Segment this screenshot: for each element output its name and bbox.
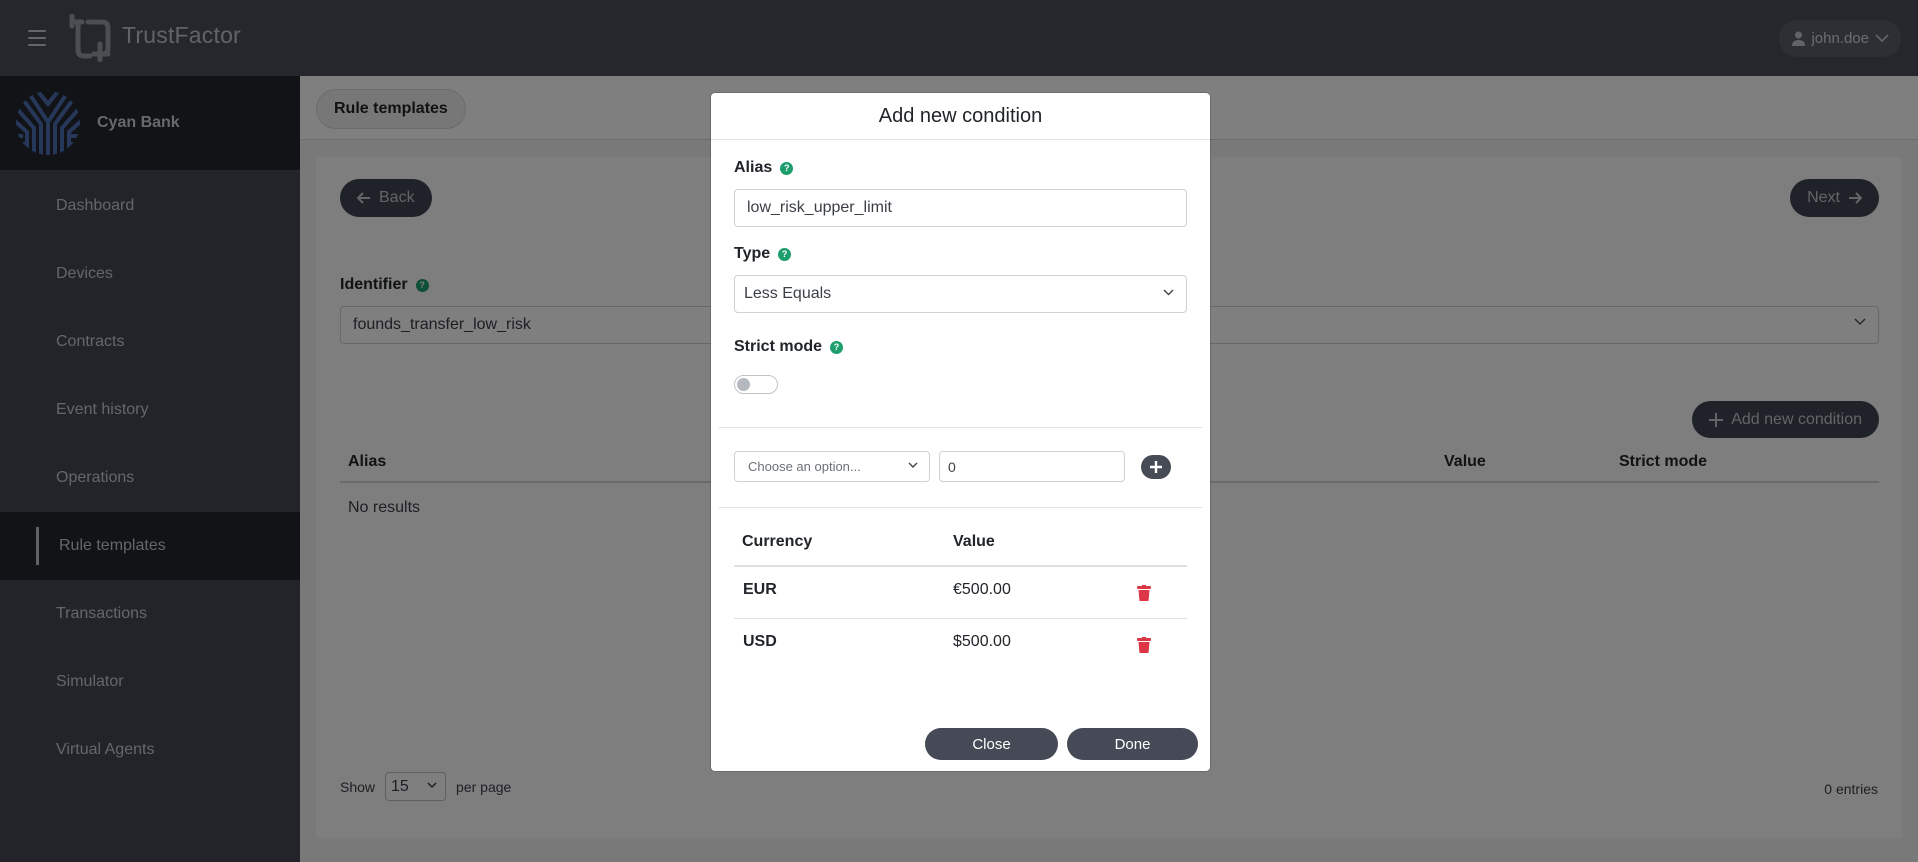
value-cell: $500.00 xyxy=(953,633,1011,650)
alias-label-text: Alias xyxy=(734,159,773,176)
value-cell: €500.00 xyxy=(953,581,1011,598)
currency-table: Currency Value EUR €500.00 USD $500.00 xyxy=(734,533,1187,671)
divider xyxy=(719,427,1202,428)
amount-value: 0 xyxy=(948,458,956,475)
done-button[interactable]: Done xyxy=(1067,728,1198,760)
alias-input[interactable]: low_risk_upper_limit xyxy=(734,189,1187,227)
chevron-down-icon xyxy=(1163,289,1174,296)
add-condition-modal: Add new condition Alias ? low_risk_upper… xyxy=(711,93,1210,771)
strict-mode-label-text: Strict mode xyxy=(734,338,823,355)
divider xyxy=(719,507,1202,508)
type-value: Less Equals xyxy=(744,285,832,302)
add-currency-button[interactable] xyxy=(1141,455,1171,479)
modal-title: Add new condition xyxy=(711,93,1210,140)
currency-select[interactable]: Choose an option... xyxy=(734,451,930,482)
help-icon[interactable]: ? xyxy=(780,161,794,175)
currency-table-header: Currency Value xyxy=(734,533,1187,567)
help-icon[interactable]: ? xyxy=(778,247,792,261)
close-button[interactable]: Close xyxy=(925,728,1058,760)
column-value: Value xyxy=(953,533,995,550)
help-icon[interactable]: ? xyxy=(830,340,844,354)
type-select[interactable]: Less Equals xyxy=(734,275,1187,313)
type-label: Type ? xyxy=(734,245,792,263)
column-currency: Currency xyxy=(742,533,813,550)
strict-mode-toggle[interactable] xyxy=(734,375,778,394)
strict-mode-label: Strict mode ? xyxy=(734,338,844,356)
currency-cell: USD xyxy=(743,633,777,650)
trash-icon[interactable] xyxy=(1137,637,1151,653)
currency-cell: EUR xyxy=(743,581,777,598)
toggle-knob xyxy=(737,378,750,391)
amount-input[interactable]: 0 xyxy=(939,451,1125,482)
alias-value: low_risk_upper_limit xyxy=(747,199,892,216)
type-label-text: Type xyxy=(734,245,771,262)
currency-placeholder: Choose an option... xyxy=(748,459,861,474)
plus-icon xyxy=(1150,461,1162,473)
table-row: EUR €500.00 xyxy=(734,567,1187,619)
alias-label: Alias ? xyxy=(734,159,794,177)
chevron-down-icon xyxy=(908,462,918,468)
table-row: USD $500.00 xyxy=(734,619,1187,671)
trash-icon[interactable] xyxy=(1137,585,1151,601)
